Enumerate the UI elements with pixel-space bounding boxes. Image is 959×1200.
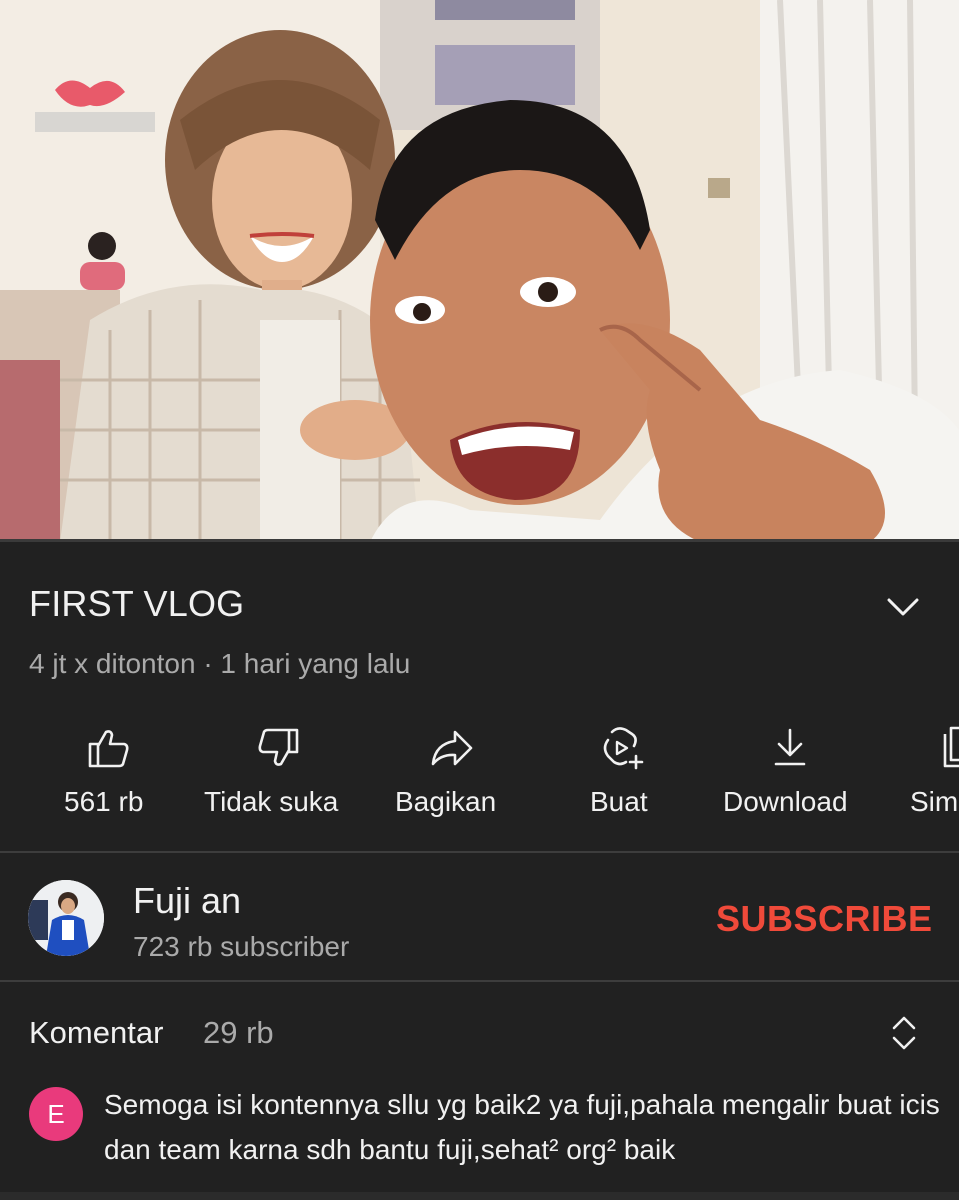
- video-title: FIRST VLOG: [29, 583, 245, 624]
- chevron-down-icon[interactable]: [884, 590, 922, 626]
- download-label: Download: [723, 786, 848, 817]
- channel-avatar-image: [28, 880, 104, 956]
- action-bar: 561 rb Tidak suka Bagikan Buat Download …: [0, 720, 959, 830]
- video-thumbnail: [0, 0, 959, 542]
- dislike-label: Tidak suka: [204, 786, 339, 817]
- subscriber-count: 723 rb subscriber: [133, 931, 350, 962]
- download-icon: [774, 728, 806, 766]
- comment-text: Semoga isi kontennya sllu yg baik2 ya fu…: [104, 1089, 940, 1165]
- video-meta: 4 jt x ditonton · 1 hari yang lalu: [29, 648, 411, 679]
- bottom-edge: [0, 1192, 959, 1200]
- video-player[interactable]: [0, 0, 959, 542]
- channel-name[interactable]: Fuji an: [133, 880, 241, 922]
- comments-count: 29 rb: [203, 1015, 274, 1050]
- share-icon: [431, 730, 473, 766]
- unfold-icon[interactable]: [888, 1014, 920, 1052]
- commenter-avatar: E: [29, 1087, 83, 1141]
- save-label: Sim: [910, 786, 959, 817]
- create-label: Buat: [590, 786, 648, 817]
- create-icon: [603, 727, 644, 770]
- save-button[interactable]: Sim: [905, 720, 959, 830]
- divider: [0, 980, 959, 982]
- share-button[interactable]: Bagikan: [392, 720, 512, 830]
- share-label: Bagikan: [395, 786, 497, 817]
- divider: [0, 851, 959, 853]
- comments-label: Komentar: [29, 1015, 164, 1050]
- like-count: 561 rb: [64, 786, 144, 817]
- download-button[interactable]: Download: [720, 720, 870, 830]
- save-icon: [943, 726, 959, 768]
- channel-avatar[interactable]: [28, 880, 104, 956]
- thumb-up-icon: [88, 730, 129, 768]
- thumb-down-icon: [258, 728, 299, 766]
- progress-bar[interactable]: [0, 539, 959, 542]
- create-button[interactable]: Buat: [585, 720, 665, 830]
- dislike-button[interactable]: Tidak suka: [200, 720, 360, 830]
- subscribe-button[interactable]: SUBSCRIBE: [716, 898, 933, 940]
- like-button[interactable]: 561 rb: [60, 720, 170, 830]
